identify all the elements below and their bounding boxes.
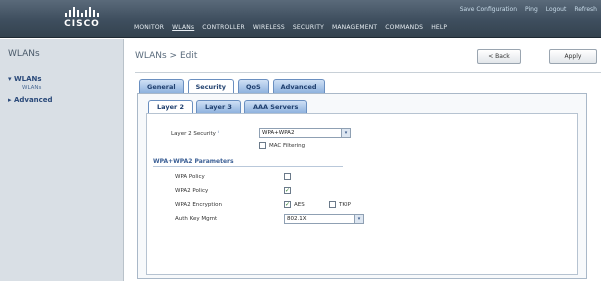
apply-button[interactable]: Apply <box>549 49 597 64</box>
cisco-logo: CISCO <box>56 7 108 29</box>
security-panel: Layer 2 Layer 3 AAA Servers Layer 2 Secu… <box>137 93 587 279</box>
sidebar-item-advanced[interactable]: ▸ Advanced <box>8 96 53 104</box>
tab-advanced[interactable]: Advanced <box>272 79 325 93</box>
tab-general[interactable]: General <box>139 79 184 93</box>
expand-right-icon: ▸ <box>8 96 12 104</box>
info-icon: ⁱ <box>217 130 219 137</box>
wpa-policy-label: WPA Policy <box>175 174 205 180</box>
subtab-aaa-servers[interactable]: AAA Servers <box>243 100 308 113</box>
ping-link[interactable]: Ping <box>525 6 538 13</box>
sidebar-title: WLANs <box>8 49 40 59</box>
page-title: WLANs > Edit <box>135 51 198 61</box>
tab-qos[interactable]: QoS <box>237 79 269 93</box>
layer2-panel: Layer 2 Security ⁱ WPA+WPA2 ▾ MAC Filter… <box>146 113 578 275</box>
tkip-checkbox[interactable] <box>329 201 336 208</box>
nav-wlans[interactable]: WLANs <box>172 24 194 31</box>
auth-key-mgmt-select[interactable]: 802.1X ▾ <box>284 214 364 224</box>
save-configuration-link[interactable]: Save Configuration <box>460 6 517 13</box>
expand-down-icon: ▾ <box>8 75 12 83</box>
security-subtabs: Layer 2 Layer 3 AAA Servers <box>148 100 308 113</box>
header-divider <box>135 72 601 73</box>
main-content: WLANs > Edit < Back Apply General Securi… <box>125 39 601 281</box>
sidebar-subitem-wlans[interactable]: WLANs <box>22 85 41 91</box>
nav-wireless[interactable]: WIRELESS <box>253 24 285 31</box>
section-divider <box>153 166 343 167</box>
nav-wlans-label: WLANs <box>172 24 195 31</box>
nav-commands[interactable]: COMMANDS <box>385 24 423 31</box>
tab-security[interactable]: Security <box>187 79 234 93</box>
sidebar-item-label: WLANs <box>13 75 42 83</box>
brand-name: CISCO <box>64 19 100 29</box>
sidebar-item-wlans[interactable]: ▾ WLANs <box>8 75 42 83</box>
tkip-label: TKIP <box>339 202 351 208</box>
wpa2-encryption-label: WPA2 Encryption <box>175 202 222 208</box>
layer2-security-value: WPA+WPA2 <box>262 130 295 136</box>
logout-link[interactable]: Logout <box>546 6 567 13</box>
layer2-security-select[interactable]: WPA+WPA2 ▾ <box>259 128 351 138</box>
back-button[interactable]: < Back <box>477 49 521 64</box>
top-header: CISCO Save Configuration Ping Logout Ref… <box>0 0 601 38</box>
cisco-bars-icon <box>56 7 108 17</box>
subtab-layer3[interactable]: Layer 3 <box>195 100 241 113</box>
layer2-security-label: Layer 2 Security ⁱ <box>171 130 219 137</box>
wpa2-policy-label: WPA2 Policy <box>175 188 209 194</box>
layer2-security-label-text: Layer 2 Security <box>171 131 216 137</box>
wpa2-policy-checkbox[interactable]: ✓ <box>284 187 291 194</box>
mac-filtering-checkbox[interactable] <box>259 142 266 149</box>
sidebar-item-label: Advanced <box>13 96 53 104</box>
nav-management[interactable]: MANAGEMENT <box>332 24 377 31</box>
chevron-down-icon: ▾ <box>354 215 363 223</box>
auth-key-mgmt-label: Auth Key Mgmt <box>175 216 218 222</box>
aes-checkbox[interactable]: ✓ <box>284 201 291 208</box>
wpa-policy-checkbox[interactable] <box>284 173 291 180</box>
nav-help[interactable]: HELP <box>431 24 447 31</box>
subtab-layer2[interactable]: Layer 2 <box>148 100 193 113</box>
wpa-parameters-heading: WPA+WPA2 Parameters <box>153 158 234 165</box>
mac-filtering-label: MAC Filtering <box>269 143 306 149</box>
chevron-down-icon: ▾ <box>341 129 350 137</box>
aes-label: AES <box>294 202 305 208</box>
refresh-link[interactable]: Refresh <box>574 6 597 13</box>
top-links: Save Configuration Ping Logout Refresh <box>460 6 597 13</box>
main-nav: MONITOR WLANs CONTROLLER WIRELESS SECURI… <box>134 24 447 31</box>
nav-controller[interactable]: CONTROLLER <box>202 24 245 31</box>
auth-key-mgmt-value: 802.1X <box>287 216 307 222</box>
nav-security[interactable]: SECURITY <box>293 24 324 31</box>
wlan-edit-tabs: General Security QoS Advanced <box>139 79 325 93</box>
nav-monitor[interactable]: MONITOR <box>134 24 164 31</box>
sidebar: WLANs ▾ WLANs WLANs ▸ Advanced <box>0 39 124 281</box>
